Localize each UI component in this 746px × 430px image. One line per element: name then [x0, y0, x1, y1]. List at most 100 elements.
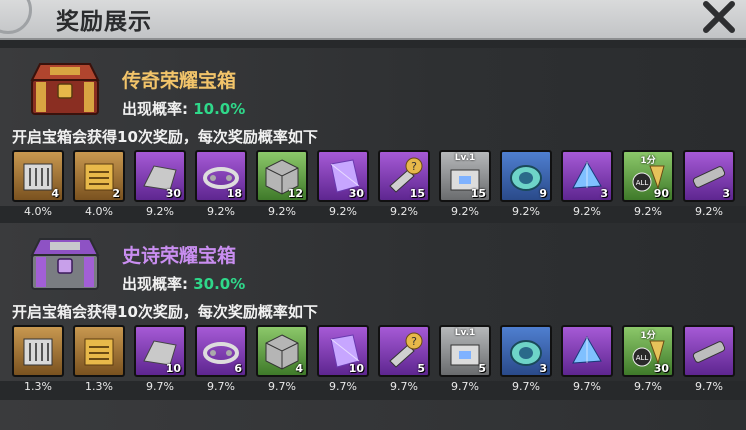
- rate-value: 10.0%: [193, 100, 246, 118]
- reward-item[interactable]: 9 9.2%: [500, 150, 556, 218]
- item-quantity: 10: [348, 362, 364, 375]
- item-quantity: 18: [226, 187, 242, 200]
- reward-item[interactable]: 3 9.7%: [500, 325, 556, 393]
- reward-item[interactable]: 1.3%: [73, 325, 129, 393]
- item-probability: 9.7%: [634, 380, 662, 393]
- reward-item[interactable]: 3 9.2%: [561, 150, 617, 218]
- chest-name: 史诗荣耀宝箱: [122, 245, 237, 267]
- appearance-rate: 出现概率: 30.0%: [122, 273, 245, 294]
- item-probability: 9.2%: [390, 205, 418, 218]
- reward-item[interactable]: Lv.1 15 9.2%: [439, 150, 495, 218]
- item-quantity: 30: [348, 187, 364, 200]
- reward-item-frame: 3: [683, 150, 735, 202]
- reward-item-frame: [73, 325, 125, 377]
- appearance-rate: 出现概率: 10.0%: [122, 98, 245, 119]
- reward-item-frame: 4: [12, 150, 64, 202]
- reward-item-frame: Lv.1 5: [439, 325, 491, 377]
- reward-item-frame: 10: [317, 325, 369, 377]
- item-tag: 1分: [640, 156, 656, 166]
- item-quantity: 2: [112, 187, 120, 200]
- reward-item-frame: Lv.1 15: [439, 150, 491, 202]
- close-x-icon: [703, 1, 735, 33]
- item-quantity: 30: [165, 187, 181, 200]
- reward-item[interactable]: 4 9.7%: [256, 325, 312, 393]
- reward-item-frame: ALL 1分 90: [622, 150, 674, 202]
- reward-item[interactable]: 30 9.2%: [134, 150, 190, 218]
- item-probability: 9.2%: [146, 205, 174, 218]
- item-probability: 9.2%: [634, 205, 662, 218]
- reward-item[interactable]: 1.3%: [12, 325, 68, 393]
- item-tag: Lv.1: [454, 328, 476, 338]
- reward-item[interactable]: 12 9.2%: [256, 150, 312, 218]
- item-quantity: 4: [51, 187, 59, 200]
- reward-item-frame: 9: [500, 150, 552, 202]
- rate-value: 30.0%: [193, 275, 246, 293]
- item-quantity: 3: [539, 362, 547, 375]
- reward-item-frame: 30: [134, 150, 186, 202]
- reward-item[interactable]: ALL 1分 90 9.2%: [622, 150, 678, 218]
- legendary-chest-icon: [30, 63, 100, 115]
- reward-item-frame: [683, 325, 735, 377]
- reward-item-frame: 10: [134, 325, 186, 377]
- svg-text:?: ?: [411, 335, 417, 348]
- item-probability: 4.0%: [85, 205, 113, 218]
- reward-item-frame: 12: [256, 150, 308, 202]
- item-probability: 9.2%: [329, 205, 357, 218]
- reward-item[interactable]: 10 9.7%: [317, 325, 373, 393]
- item-probability: 9.2%: [573, 205, 601, 218]
- item-probability: 9.2%: [207, 205, 235, 218]
- item-probability: 1.3%: [85, 380, 113, 393]
- item-quantity: 5: [417, 362, 425, 375]
- item-quantity: 4: [295, 362, 303, 375]
- item-quantity: 12: [287, 187, 303, 200]
- epic-chest-icon: [30, 238, 100, 290]
- reward-item-frame: 3: [561, 150, 613, 202]
- item-probability: 9.2%: [451, 205, 479, 218]
- reward-item[interactable]: 3 9.2%: [683, 150, 739, 218]
- blue-shard-icon: [572, 335, 602, 364]
- reward-item[interactable]: ? 5 9.7%: [378, 325, 434, 393]
- reward-item[interactable]: 30 9.2%: [317, 150, 373, 218]
- reward-item[interactable]: 18 9.2%: [195, 150, 251, 218]
- reward-item-frame: 3: [500, 325, 552, 377]
- item-probability: 9.7%: [451, 380, 479, 393]
- item-quantity: 5: [478, 362, 486, 375]
- reward-item[interactable]: ALL 1分 30 9.7%: [622, 325, 678, 393]
- item-probability: 9.7%: [329, 380, 357, 393]
- reward-panel: 传奇荣耀宝箱 出现概率: 10.0% 开启宝箱会获得10次奖励，每次奖励概率如下…: [0, 40, 746, 430]
- reward-item[interactable]: 2 4.0%: [73, 150, 129, 218]
- reward-item[interactable]: 9.7%: [561, 325, 617, 393]
- item-probability: 9.2%: [512, 205, 540, 218]
- item-tag: 1分: [640, 331, 656, 341]
- rate-label: 出现概率:: [122, 100, 188, 118]
- item-quantity: 3: [600, 187, 608, 200]
- svg-text:?: ?: [411, 160, 417, 173]
- item-quantity: 3: [722, 187, 730, 200]
- item-probability: 4.0%: [24, 205, 52, 218]
- reward-item[interactable]: 4 4.0%: [12, 150, 68, 218]
- reward-item-frame: 30: [317, 150, 369, 202]
- reward-item-frame: ALL 1分 30: [622, 325, 674, 377]
- reward-item-frame: 18: [195, 150, 247, 202]
- reward-item[interactable]: ? 15 9.2%: [378, 150, 434, 218]
- item-probability: 9.7%: [573, 380, 601, 393]
- reward-item-frame: 4: [256, 325, 308, 377]
- item-probability: 9.7%: [268, 380, 296, 393]
- item-quantity: 15: [470, 187, 486, 200]
- reward-items-row: 1.3% 1.3% 10 9.7% 6 9.7% 4 9.7% 10 9.7%? 5 9.7% Lv.1…: [12, 325, 746, 395]
- dialog-title: 奖励展示: [56, 9, 152, 35]
- item-probability: 9.2%: [268, 205, 296, 218]
- reward-note: 开启宝箱会获得10次奖励，每次奖励概率如下: [12, 128, 318, 146]
- item-probability: 1.3%: [24, 380, 52, 393]
- reward-item[interactable]: 6 9.7%: [195, 325, 251, 393]
- reward-item-frame: ? 5: [378, 325, 430, 377]
- reward-item[interactable]: Lv.1 5 9.7%: [439, 325, 495, 393]
- item-probability: 9.7%: [390, 380, 418, 393]
- reward-items-row: 4 4.0% 2 4.0% 30 9.2% 18 9.2% 12 9.2% 30 9.2%? 15 9.2…: [12, 150, 746, 220]
- parts-crate-icon: [23, 338, 53, 366]
- reward-item-frame: 6: [195, 325, 247, 377]
- reward-item[interactable]: 9.7%: [683, 325, 739, 393]
- close-button[interactable]: [698, 0, 740, 34]
- item-probability: 9.7%: [695, 380, 723, 393]
- reward-item[interactable]: 10 9.7%: [134, 325, 190, 393]
